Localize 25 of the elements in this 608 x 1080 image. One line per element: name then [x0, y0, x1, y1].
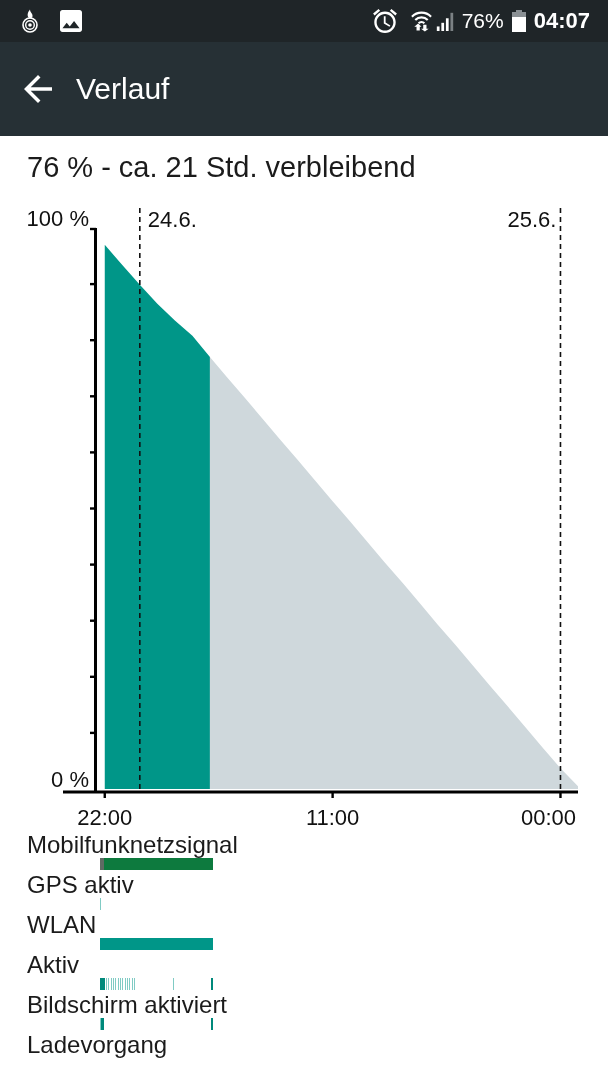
battery-percent: 76% [461, 9, 504, 33]
battery-summary: 76 % - ca. 21 Std. verbleibend [26, 150, 417, 184]
alarm-clock-icon [372, 9, 397, 33]
date-label: 24.6. [147, 207, 197, 232]
screen-title: Verlauf [76, 72, 170, 106]
timeline-label: Mobilfunknetzsignal [26, 832, 238, 858]
timeline-label: Ladevorgang [26, 1032, 168, 1058]
timeline-label: Bildschirm aktiviert [26, 992, 228, 1018]
x-tick-label: 22:00 [77, 805, 133, 830]
signal-bars-icon [435, 11, 454, 31]
flame-rings-icon [20, 9, 40, 33]
timeline-label: WLAN [26, 912, 97, 938]
image-icon [60, 10, 82, 32]
arrow-left-icon [24, 75, 52, 103]
y-tick-label: 0 % [51, 767, 89, 792]
timeline-label: GPS aktiv [26, 872, 134, 898]
back-button[interactable] [24, 75, 52, 103]
y-tick-label: 100 % [26, 206, 89, 231]
date-label: 25.6. [507, 207, 557, 232]
wifi-icon [409, 10, 433, 32]
x-tick-label: 11:00 [305, 805, 360, 830]
battery-icon [511, 10, 526, 32]
timeline-label: Aktiv [26, 952, 79, 978]
x-tick-label: 00:00 [520, 805, 576, 830]
clock-time: 04:07 [533, 8, 590, 34]
